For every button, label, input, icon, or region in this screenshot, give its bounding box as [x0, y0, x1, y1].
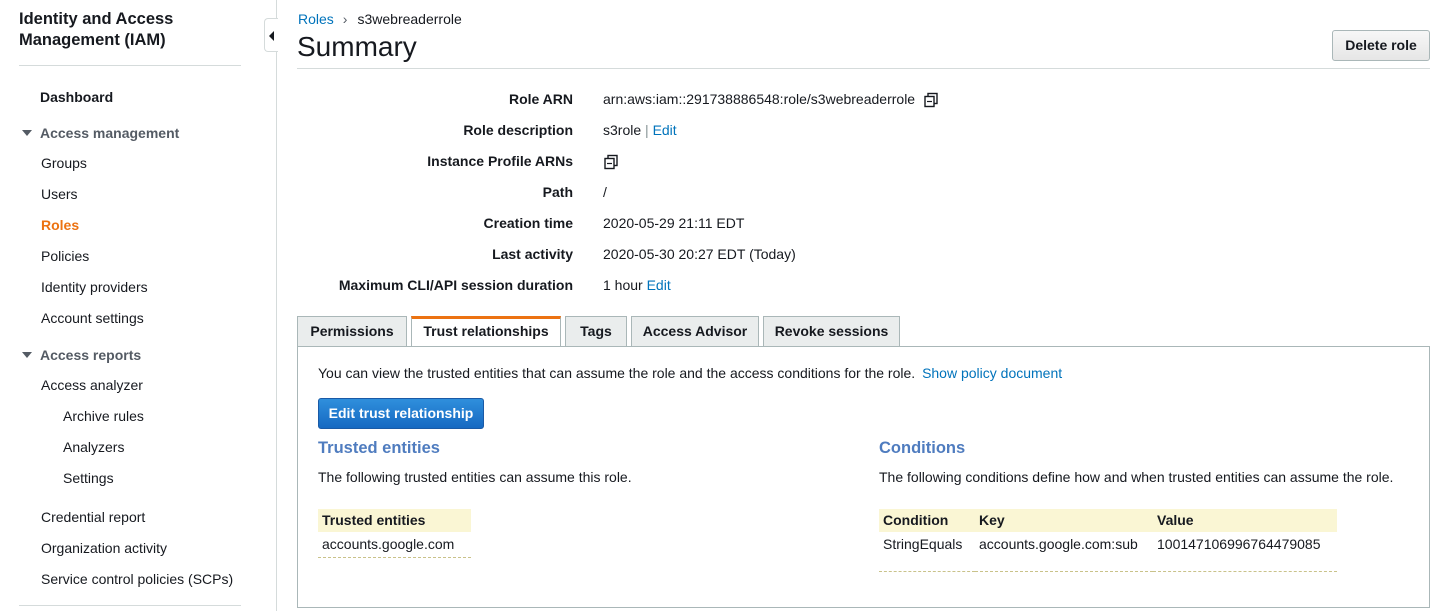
tab-access-advisor[interactable]: Access Advisor	[631, 316, 759, 347]
tab-tags[interactable]: Tags	[565, 316, 627, 347]
trusted-entities-description: The following trusted entities can assum…	[318, 469, 632, 485]
trust-intro-text: You can view the trusted entities that c…	[318, 365, 916, 381]
sidebar-divider	[19, 65, 241, 66]
role-description-text: s3role	[603, 122, 642, 138]
role-description-value: s3role | Edit	[603, 121, 677, 139]
sidebar-item-organization-activity[interactable]: Organization activity	[41, 539, 167, 557]
sidebar-item-archive-rules[interactable]: Archive rules	[63, 407, 144, 425]
last-activity-value: 2020-05-30 20:27 EDT (Today)	[603, 246, 796, 262]
table-cell: accounts.google.com:sub	[979, 536, 1138, 552]
sidebar-item-users[interactable]: Users	[41, 185, 78, 203]
section-label: Access management	[40, 125, 180, 141]
tab-revoke-sessions[interactable]: Revoke sessions	[763, 316, 900, 347]
sidebar-item-access-analyzer[interactable]: Access analyzer	[41, 376, 143, 394]
column-header: Value	[1153, 509, 1337, 532]
table-cell: StringEquals	[883, 536, 963, 552]
conditions-table: Condition Key Value StringEquals account…	[879, 509, 1337, 572]
chevron-right-icon: ›	[342, 11, 348, 27]
role-arn-value: arn:aws:iam::291738886548:role/s3webread…	[603, 90, 939, 108]
breadcrumb: Roles › s3webreaderrole	[298, 10, 462, 28]
session-duration-text: 1 hour	[603, 277, 643, 293]
table-cell: 100147106996764479085	[1157, 536, 1321, 552]
creation-time-label: Creation time	[483, 215, 573, 231]
column-header: Condition	[879, 509, 975, 532]
sidebar-item-account-settings[interactable]: Account settings	[41, 309, 144, 327]
tab-permissions[interactable]: Permissions	[297, 316, 407, 347]
session-duration-label: Maximum CLI/API session duration	[338, 277, 573, 293]
sidebar-item-groups[interactable]: Groups	[41, 154, 87, 172]
delete-role-button[interactable]: Delete role	[1332, 30, 1430, 61]
caret-down-icon	[22, 352, 32, 359]
sidebar-divider	[19, 605, 241, 606]
sidebar-item-analyzers[interactable]: Analyzers	[63, 438, 124, 456]
last-activity-label: Last activity	[492, 246, 573, 262]
separator: |	[645, 122, 649, 138]
sidebar-item-dashboard[interactable]: Dashboard	[40, 88, 113, 106]
edit-trust-relationship-button[interactable]: Edit trust relationship	[318, 398, 484, 429]
caret-down-icon	[22, 130, 32, 137]
copy-icon[interactable]	[603, 154, 619, 170]
sidebar-collapse-button[interactable]	[264, 18, 278, 52]
role-description-label: Role description	[463, 122, 573, 138]
breadcrumb-roles-link[interactable]: Roles	[298, 11, 334, 27]
breadcrumb-current: s3webreaderrole	[357, 11, 462, 27]
trust-intro: You can view the trusted entities that c…	[318, 364, 1062, 382]
role-arn-label: Role ARN	[508, 91, 573, 107]
sidebar-section-access-management[interactable]: Access management	[22, 124, 179, 142]
creation-time-value: 2020-05-29 21:11 EDT	[603, 215, 745, 231]
instance-profile-label: Instance Profile ARNs	[427, 153, 573, 169]
conditions-heading: Conditions	[879, 439, 966, 457]
instance-profile-value	[603, 152, 619, 170]
sidebar-item-credential-report[interactable]: Credential report	[41, 508, 145, 526]
sidebar-item-scps[interactable]: Service control policies (SCPs)	[41, 570, 233, 588]
edit-description-link[interactable]: Edit	[653, 122, 677, 138]
table-row: StringEquals accounts.google.com:sub 100…	[879, 532, 1337, 557]
trust-relationships-panel: You can view the trusted entities that c…	[297, 346, 1430, 608]
sidebar-item-policies[interactable]: Policies	[41, 247, 89, 265]
tab-trust-relationships[interactable]: Trust relationships	[411, 316, 561, 348]
sidebar-section-access-reports[interactable]: Access reports	[22, 346, 141, 364]
column-header: Key	[975, 509, 1153, 532]
table-cell: accounts.google.com	[322, 536, 455, 552]
column-header: Trusted entities	[318, 509, 471, 532]
sidebar-item-settings[interactable]: Settings	[63, 469, 114, 487]
trusted-entities-heading: Trusted entities	[318, 439, 440, 457]
sidebar-item-roles[interactable]: Roles	[41, 216, 79, 234]
role-arn-text: arn:aws:iam::291738886548:role/s3webread…	[603, 91, 916, 107]
sidebar: Identity and Access Management (IAM) Das…	[0, 0, 277, 611]
table-spacer-row	[879, 557, 1337, 571]
path-value: /	[603, 184, 607, 200]
table-row: accounts.google.com	[318, 532, 471, 558]
trusted-entities-table: Trusted entities accounts.google.com	[318, 509, 471, 558]
session-duration-value: 1 hour Edit	[603, 276, 671, 294]
sidebar-title: Identity and Access Management (IAM)	[19, 10, 174, 49]
conditions-description: The following conditions define how and …	[879, 469, 1394, 485]
title-divider	[297, 68, 1430, 69]
edit-session-link[interactable]: Edit	[647, 277, 671, 293]
section-label: Access reports	[40, 347, 142, 363]
caret-left-icon	[269, 31, 274, 41]
path-label: Path	[542, 184, 573, 200]
sidebar-item-identity-providers[interactable]: Identity providers	[41, 278, 148, 296]
copy-icon[interactable]	[923, 92, 939, 108]
page-title: Summary	[297, 31, 417, 62]
show-policy-document-link[interactable]: Show policy document	[922, 365, 1062, 381]
